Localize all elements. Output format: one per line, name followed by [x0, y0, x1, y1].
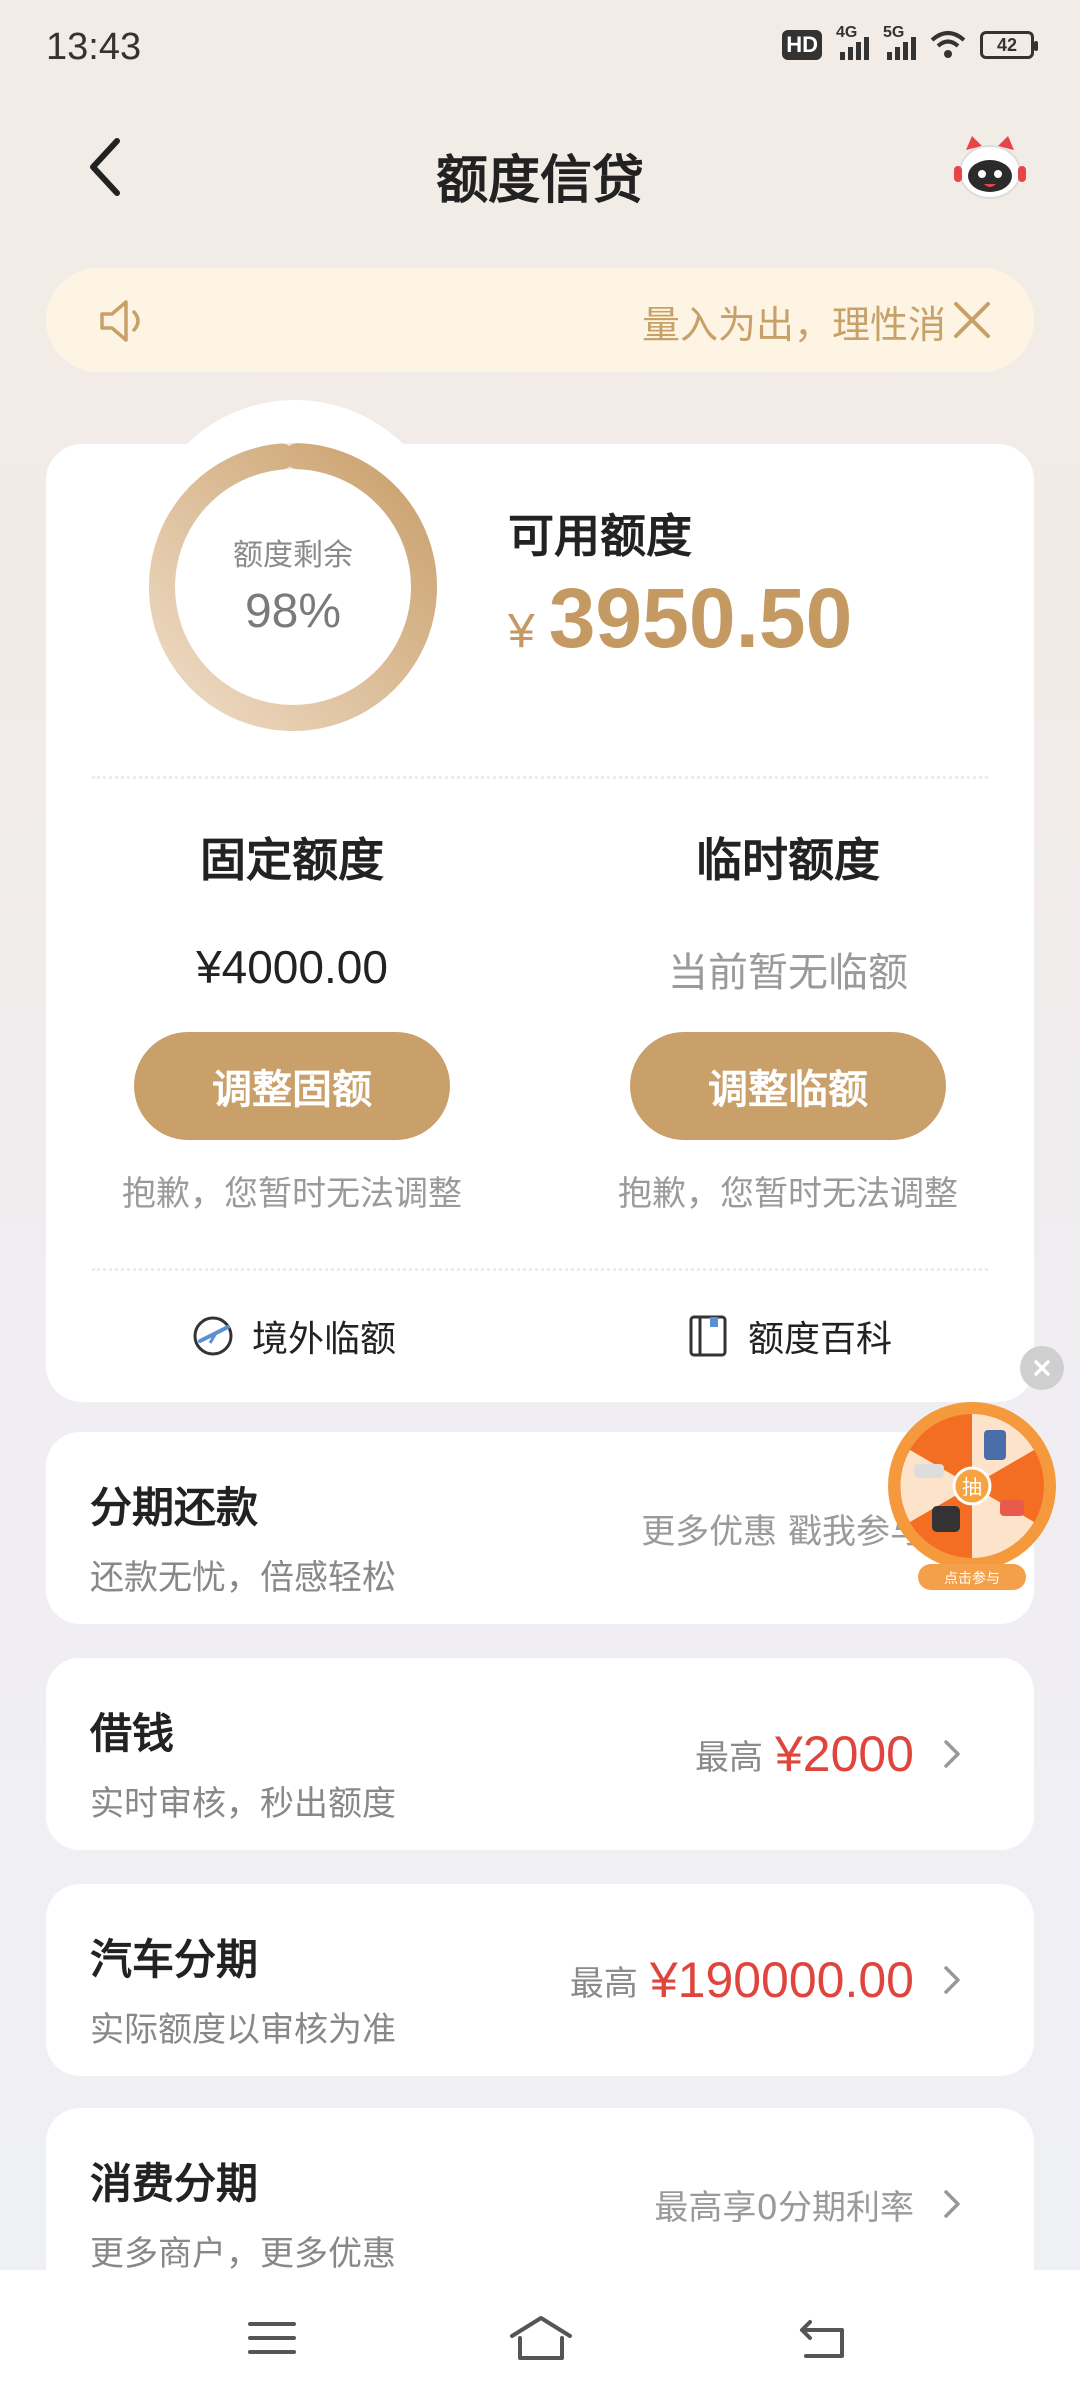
book-icon	[689, 1315, 727, 1357]
notice-bar: 量入为出，理性消	[46, 268, 1034, 372]
available-credit-amount: ¥ 3950.50	[508, 570, 852, 667]
status-time: 13:43	[46, 26, 142, 68]
temp-quota-title: 临时额度	[696, 833, 880, 887]
wifi-icon	[930, 31, 966, 58]
ring-label: 额度剩余	[233, 538, 353, 573]
list-item-subtitle: 更多商户，更多优惠	[90, 2234, 396, 2274]
list-item-right: 最高 ¥2000	[695, 1658, 914, 1850]
status-icons: HD 4G 5G 42	[782, 24, 1038, 60]
chevron-right-icon	[944, 1740, 960, 1768]
menu-icon[interactable]	[242, 2310, 302, 2366]
fixed-quota-title: 固定额度	[200, 833, 384, 887]
wheel-center-text: 抽	[962, 1475, 982, 1499]
list-item-title: 借钱	[90, 1709, 175, 1758]
list-item-car-installment[interactable]: 汽车分期 实际额度以审核为准 最高 ¥190000.00	[46, 1884, 1034, 2076]
currency-symbol: ¥	[508, 605, 535, 658]
notice-close-icon[interactable]	[944, 292, 1000, 348]
list-item-borrow[interactable]: 借钱 实时审核，秒出额度 最高 ¥2000	[46, 1658, 1034, 1850]
speaker-icon	[100, 300, 140, 342]
list-item-title: 分期还款	[90, 1483, 259, 1532]
ring-value: 98%	[244, 585, 342, 638]
adjust-fixed-quota-button[interactable]: 调整固额	[134, 1032, 450, 1140]
home-icon[interactable]	[506, 2310, 576, 2366]
fixed-quota-note: 抱歉，您暂时无法调整	[122, 1174, 462, 1214]
credit-wiki-link[interactable]: 额度百科	[686, 1310, 892, 1362]
temp-quota-section: 临时额度 当前暂无临额	[578, 824, 998, 998]
robot-assistant-icon	[954, 136, 1026, 199]
chevron-right-icon	[944, 2190, 960, 2218]
max-amount: ¥190000.00	[649, 1952, 914, 2008]
overseas-quota-label: 境外临额	[252, 1319, 397, 1360]
overseas-quota-link[interactable]: 境外临额	[190, 1310, 396, 1362]
list-item-subtitle: 实际额度以审核为准	[90, 2010, 396, 2050]
notice-text: 量入为出，理性消	[642, 303, 947, 347]
credit-wiki-label: 额度百科	[748, 1319, 893, 1360]
customer-service-button[interactable]	[950, 130, 1030, 210]
list-item-subtitle: 还款无忧，倍感轻松	[90, 1558, 396, 1598]
prize-wheel-icon: 抽 点击参与	[888, 1402, 1056, 1590]
adjust-temp-quota-button[interactable]: 调整临额	[630, 1032, 946, 1140]
fixed-quota-section: 固定额度 ¥4000.00	[82, 824, 502, 994]
promo-hint: 最高享0分期利率	[654, 2187, 914, 2228]
max-prefix: 最高	[569, 1963, 638, 2004]
wheel-close-button[interactable]	[1020, 1346, 1064, 1390]
divider	[92, 1268, 988, 1271]
status-bar: 13:43 HD 4G 5G 42	[0, 0, 1080, 100]
hd-voice-icon: HD	[782, 30, 822, 60]
temp-quota-value: 当前暂无临额	[668, 950, 908, 996]
available-credit-label: 可用额度	[508, 509, 692, 563]
signal-4g-icon: 4G	[836, 24, 869, 60]
close-icon	[1034, 1360, 1050, 1376]
list-item-title: 消费分期	[90, 2159, 259, 2208]
signal-5g-icon: 5G	[883, 24, 916, 60]
lottery-wheel-widget[interactable]: 抽 点击参与	[884, 1398, 1060, 1594]
divider	[92, 776, 988, 779]
list-item-title: 汽车分期	[90, 1935, 259, 1984]
nav-bar: 额度信贷	[0, 110, 1080, 230]
max-prefix: 最高	[694, 1737, 763, 1778]
wheel-label: 点击参与	[944, 1570, 1000, 1587]
promo-hint: 更多优惠 戳我参与	[641, 1511, 924, 1552]
back-nav-icon[interactable]	[792, 2310, 852, 2366]
globe-plane-icon	[193, 1316, 233, 1356]
list-item-subtitle: 实时审核，秒出额度	[90, 1784, 396, 1824]
available-amount-value: 3950.50	[548, 571, 853, 665]
list-item-right: 更多优惠 戳我参与	[641, 1432, 924, 1624]
chevron-right-icon	[944, 1966, 960, 1994]
page-title: 额度信贷	[435, 151, 644, 211]
temp-quota-note: 抱歉，您暂时无法调整	[618, 1174, 958, 1214]
list-item-right: 最高 ¥190000.00	[570, 1884, 914, 2076]
fixed-quota-value: ¥4000.00	[196, 941, 388, 993]
battery-icon: 42	[980, 31, 1038, 59]
max-amount: ¥2000	[774, 1726, 914, 1782]
system-nav-bar	[0, 2270, 1080, 2400]
